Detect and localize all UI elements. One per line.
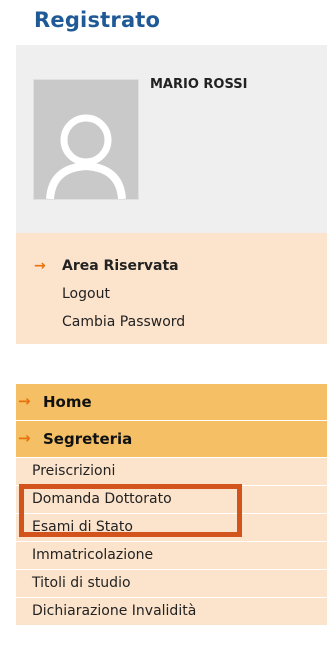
menu-home[interactable]: → Home: [16, 384, 327, 421]
change-password-link[interactable]: Cambia Password: [62, 314, 185, 330]
menu-item-label: Preiscrizioni: [32, 463, 116, 479]
menu-item-titoli-di-studio[interactable]: Titoli di studio: [16, 570, 327, 598]
profile-panel: MARIO ROSSI: [16, 45, 327, 233]
menu-item-label: Titoli di studio: [32, 575, 131, 591]
highlight-box: [19, 484, 242, 537]
menu-home-label: Home: [43, 393, 92, 411]
user-name: MARIO ROSSI: [150, 77, 248, 92]
reserved-area-title[interactable]: Area Riservata: [62, 258, 179, 274]
logout-link[interactable]: Logout: [62, 286, 110, 302]
avatar: [33, 79, 139, 200]
menu-item-immatricolazione[interactable]: Immatricolazione: [16, 542, 327, 570]
menu-segreteria[interactable]: → Segreteria: [16, 421, 327, 458]
menu-item-label: Dichiarazione Invalidità: [32, 603, 197, 619]
page-title: Registrato: [34, 8, 161, 32]
reserved-area-panel: → Area Riservata Logout Cambia Password: [16, 233, 327, 344]
arrow-right-icon: →: [18, 392, 31, 410]
menu-item-dichiarazione-invalidita[interactable]: Dichiarazione Invalidità: [16, 598, 327, 626]
menu-item-preiscrizioni[interactable]: Preiscrizioni: [16, 458, 327, 486]
arrow-right-icon: →: [18, 429, 31, 447]
user-placeholder-icon: [34, 80, 138, 200]
menu-item-label: Immatricolazione: [32, 547, 154, 563]
arrow-right-icon: →: [34, 258, 46, 274]
menu-segreteria-label: Segreteria: [43, 430, 133, 448]
